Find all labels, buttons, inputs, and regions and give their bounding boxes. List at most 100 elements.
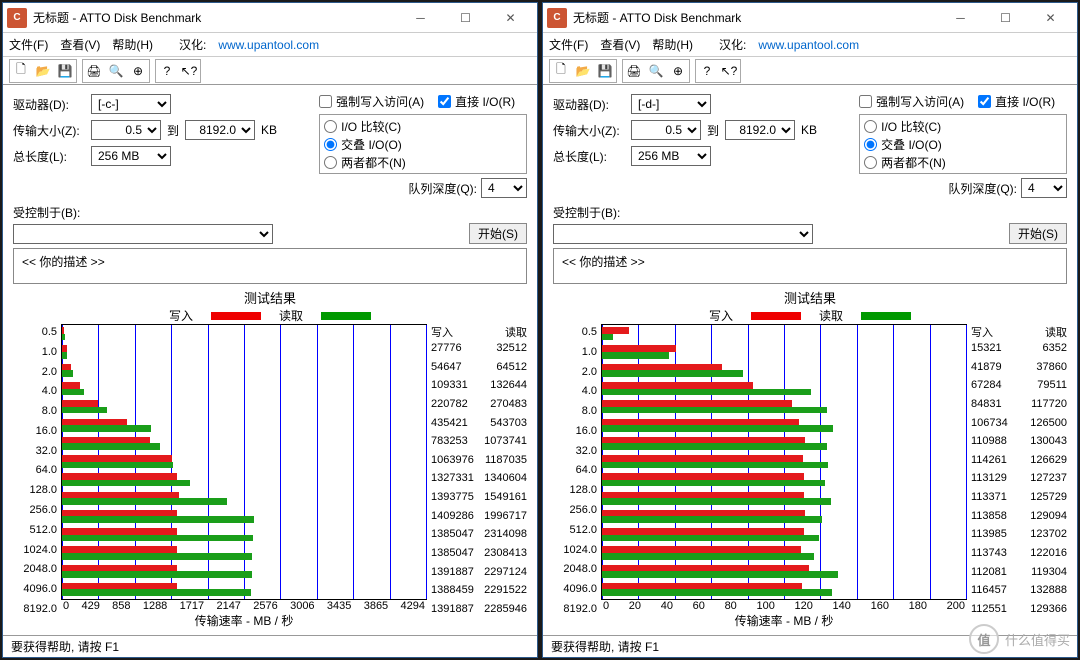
description-box[interactable]: << 你的描述 >> xyxy=(13,248,527,284)
xtick: 140 xyxy=(833,600,851,612)
menu-view[interactable]: 查看(V) xyxy=(60,36,100,53)
num-row: 112551129366 xyxy=(971,603,1067,615)
total-select[interactable]: 256 MB xyxy=(91,146,171,166)
xtick: 160 xyxy=(871,600,889,612)
xfer-to[interactable]: 8192.0 xyxy=(725,120,795,140)
radio-neither[interactable]: 两者都不(N) xyxy=(864,153,1062,171)
bar-write xyxy=(62,583,177,590)
bar-read xyxy=(62,480,190,487)
radio-overlap[interactable]: 交叠 I/O(O) xyxy=(864,135,1062,153)
menu-help[interactable]: 帮助(H) xyxy=(112,36,153,53)
save-icon[interactable]: 💾 xyxy=(54,60,76,82)
preview-icon[interactable]: 🔍 xyxy=(105,60,127,82)
y-axis-labels: 0.51.02.04.08.016.032.064.0128.0256.0512… xyxy=(553,324,597,629)
print-icon[interactable]: 🖨 xyxy=(623,60,645,82)
controlled-select[interactable] xyxy=(13,224,273,244)
num-row: 5464764512 xyxy=(431,361,527,373)
new-icon[interactable]: 🗋 xyxy=(550,60,572,82)
force-checkbox[interactable]: 强制写入访问(A) xyxy=(859,93,964,110)
controlled-select[interactable] xyxy=(553,224,813,244)
preview-icon[interactable]: 🔍 xyxy=(645,60,667,82)
save-icon[interactable]: 💾 xyxy=(594,60,616,82)
bar-read xyxy=(62,443,160,450)
maximize-button[interactable]: ☐ xyxy=(983,4,1028,32)
zoom-icon[interactable]: ⊕ xyxy=(667,60,689,82)
bar-write xyxy=(602,345,676,352)
toolbar: 🗋📂💾 🖨🔍⊕ ?↖? xyxy=(543,57,1077,85)
open-icon[interactable]: 📂 xyxy=(572,60,594,82)
num-row: 153216352 xyxy=(971,342,1067,354)
num-row: 13884592291522 xyxy=(431,584,527,596)
description-box[interactable]: << 你的描述 >> xyxy=(553,248,1067,284)
num-row: 10639761187035 xyxy=(431,454,527,466)
minimize-button[interactable]: ─ xyxy=(398,4,443,32)
ylabel: 2.0 xyxy=(42,366,57,378)
hanhua-link[interactable]: www.upantool.com xyxy=(758,38,859,52)
xfer-label: 传输大小(Z): xyxy=(553,122,631,139)
radio-neither[interactable]: 两者都不(N) xyxy=(324,153,522,171)
help-icon[interactable]: ? xyxy=(156,60,178,82)
bar-read xyxy=(62,571,252,578)
force-checkbox[interactable]: 强制写入访问(A) xyxy=(319,93,424,110)
legend-write-swatch xyxy=(211,312,261,320)
bar-read xyxy=(602,589,832,596)
ylabel: 2048.0 xyxy=(563,563,597,575)
xtick: 2576 xyxy=(253,600,277,612)
menu-file[interactable]: 文件(F) xyxy=(549,36,588,53)
menu-view[interactable]: 查看(V) xyxy=(600,36,640,53)
bar-write xyxy=(62,473,177,480)
legend: 写入 读取 xyxy=(553,307,1067,324)
ylabel: 0.5 xyxy=(42,326,57,338)
whatsthis-icon[interactable]: ↖? xyxy=(718,60,740,82)
bar-write xyxy=(602,400,792,407)
bar-read xyxy=(62,407,107,414)
radio-compare[interactable]: I/O 比较(C) xyxy=(324,117,522,135)
bar-write xyxy=(602,473,804,480)
radio-compare[interactable]: I/O 比较(C) xyxy=(864,117,1062,135)
print-icon[interactable]: 🖨 xyxy=(83,60,105,82)
xtick: 200 xyxy=(947,600,965,612)
num-row: 220782270483 xyxy=(431,398,527,410)
menu-help[interactable]: 帮助(H) xyxy=(652,36,693,53)
help-icon[interactable]: ? xyxy=(696,60,718,82)
start-button[interactable]: 开始(S) xyxy=(1009,223,1067,244)
new-icon[interactable]: 🗋 xyxy=(10,60,32,82)
close-button[interactable]: ✕ xyxy=(1028,4,1073,32)
xtick: 2147 xyxy=(216,600,240,612)
xtick: 120 xyxy=(795,600,813,612)
radio-overlap[interactable]: 交叠 I/O(O) xyxy=(324,135,522,153)
direct-checkbox[interactable]: 直接 I/O(R) xyxy=(978,93,1055,110)
xfer-to[interactable]: 8192.0 xyxy=(185,120,255,140)
titlebar[interactable]: C 无标题 - ATTO Disk Benchmark ─ ☐ ✕ xyxy=(543,3,1077,33)
drive-label: 驱动器(D): xyxy=(553,96,631,113)
controlled-label: 受控制于(B): xyxy=(553,204,1067,221)
menu-file[interactable]: 文件(F) xyxy=(9,36,48,53)
direct-checkbox[interactable]: 直接 I/O(R) xyxy=(438,93,515,110)
close-button[interactable]: ✕ xyxy=(488,4,533,32)
bar-write xyxy=(62,510,177,517)
open-icon[interactable]: 📂 xyxy=(32,60,54,82)
titlebar[interactable]: C 无标题 - ATTO Disk Benchmark ─ ☐ ✕ xyxy=(3,3,537,33)
start-button[interactable]: 开始(S) xyxy=(469,223,527,244)
num-row: 113985123702 xyxy=(971,528,1067,540)
ylabel: 4096.0 xyxy=(23,583,57,595)
xtick: 1288 xyxy=(143,600,167,612)
maximize-button[interactable]: ☐ xyxy=(443,4,488,32)
xtick: 0 xyxy=(63,600,69,612)
legend-read-swatch xyxy=(321,312,371,320)
queue-select[interactable]: 4 xyxy=(481,178,527,198)
whatsthis-icon[interactable]: ↖? xyxy=(178,60,200,82)
xfer-from[interactable]: 0.5 xyxy=(91,120,161,140)
bar-read xyxy=(62,516,254,523)
drive-select[interactable]: [-d-] xyxy=(631,94,711,114)
bar-read xyxy=(602,516,822,523)
y-axis-labels: 0.51.02.04.08.016.032.064.0128.0256.0512… xyxy=(13,324,57,629)
queue-select[interactable]: 4 xyxy=(1021,178,1067,198)
results-title: 测试结果 xyxy=(13,288,527,307)
hanhua-link[interactable]: www.upantool.com xyxy=(218,38,319,52)
drive-select[interactable]: [-c-] xyxy=(91,94,171,114)
minimize-button[interactable]: ─ xyxy=(938,4,983,32)
total-select[interactable]: 256 MB xyxy=(631,146,711,166)
zoom-icon[interactable]: ⊕ xyxy=(127,60,149,82)
xfer-from[interactable]: 0.5 xyxy=(631,120,701,140)
